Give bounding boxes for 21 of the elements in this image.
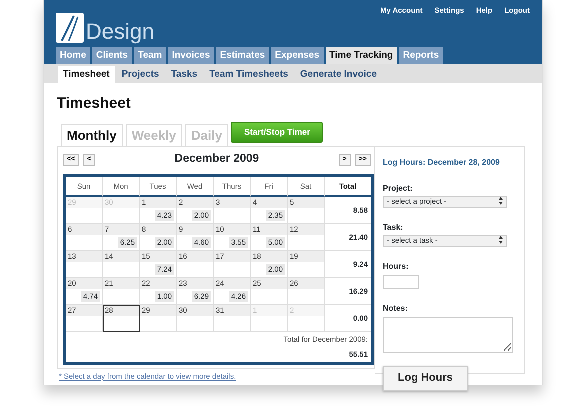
dropdown-arrows-icon <box>499 236 503 244</box>
log-hours-button[interactable]: Log Hours <box>383 366 468 390</box>
subnav-tab[interactable]: Tasks <box>166 66 203 83</box>
subnav-tab[interactable]: Timesheet <box>58 66 115 83</box>
logo-text: Design <box>86 21 154 43</box>
field-label: Notes: <box>383 303 409 315</box>
subnav-tab[interactable]: Team Timesheets <box>204 66 294 83</box>
notes-field[interactable] <box>383 317 513 353</box>
field-label: Project: <box>383 183 414 195</box>
subnav-tab[interactable]: Generate Invoice <box>295 66 382 83</box>
page-title: Timesheet <box>57 95 132 113</box>
dropdown-arrows-icon <box>499 197 503 205</box>
month-title: December 2009 <box>174 152 260 168</box>
field-label: Hours: <box>383 261 410 273</box>
field-label: Task: <box>383 222 404 234</box>
hours-field[interactable] <box>383 275 419 289</box>
nav-tab[interactable]: Time Tracking <box>326 47 398 64</box>
subnav-tab[interactable]: Projects <box>116 66 164 83</box>
logo-icon <box>56 13 84 43</box>
view-tab[interactable]: Monthly <box>61 124 123 146</box>
form-heading: Log Hours: December 28, 2009 <box>383 157 501 169</box>
